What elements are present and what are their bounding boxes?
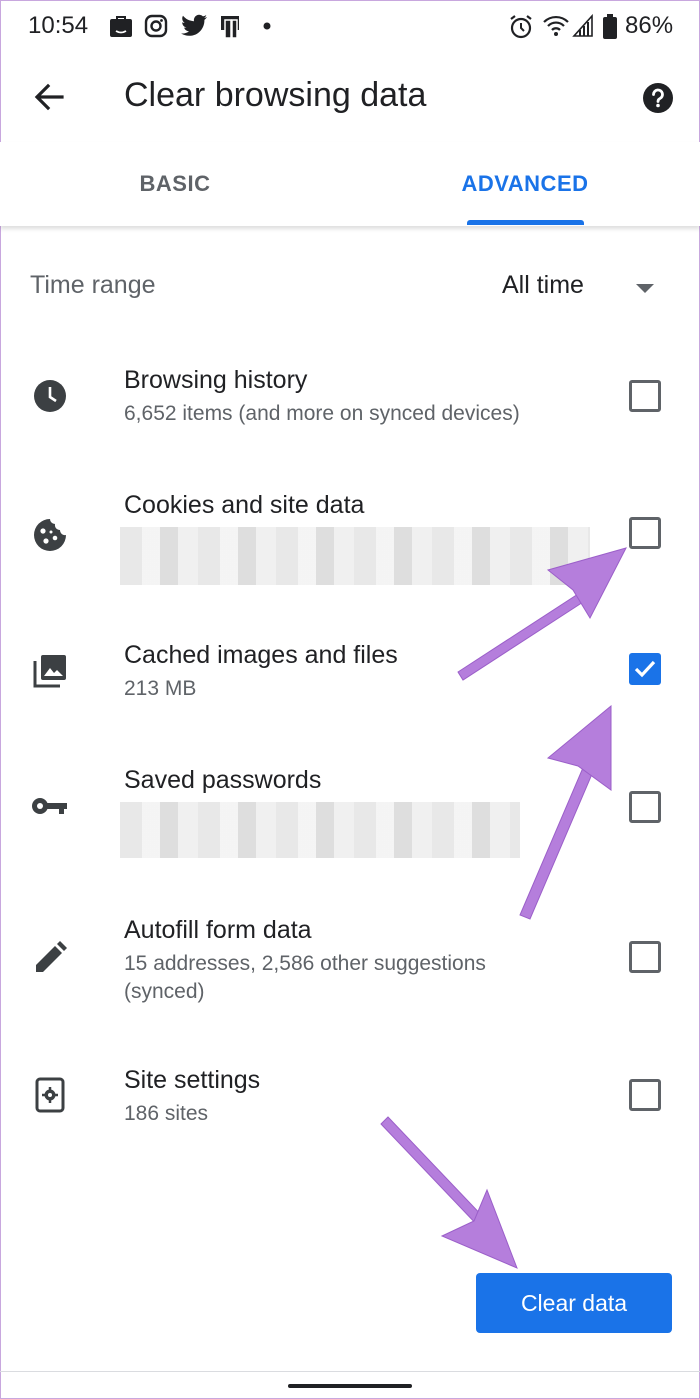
annotation-arrows [380,547,627,1269]
annotation-arrow-cached [519,704,612,920]
annotation-arrow-clear-data [380,1116,518,1269]
annotation-arrow-cookies [457,547,627,681]
